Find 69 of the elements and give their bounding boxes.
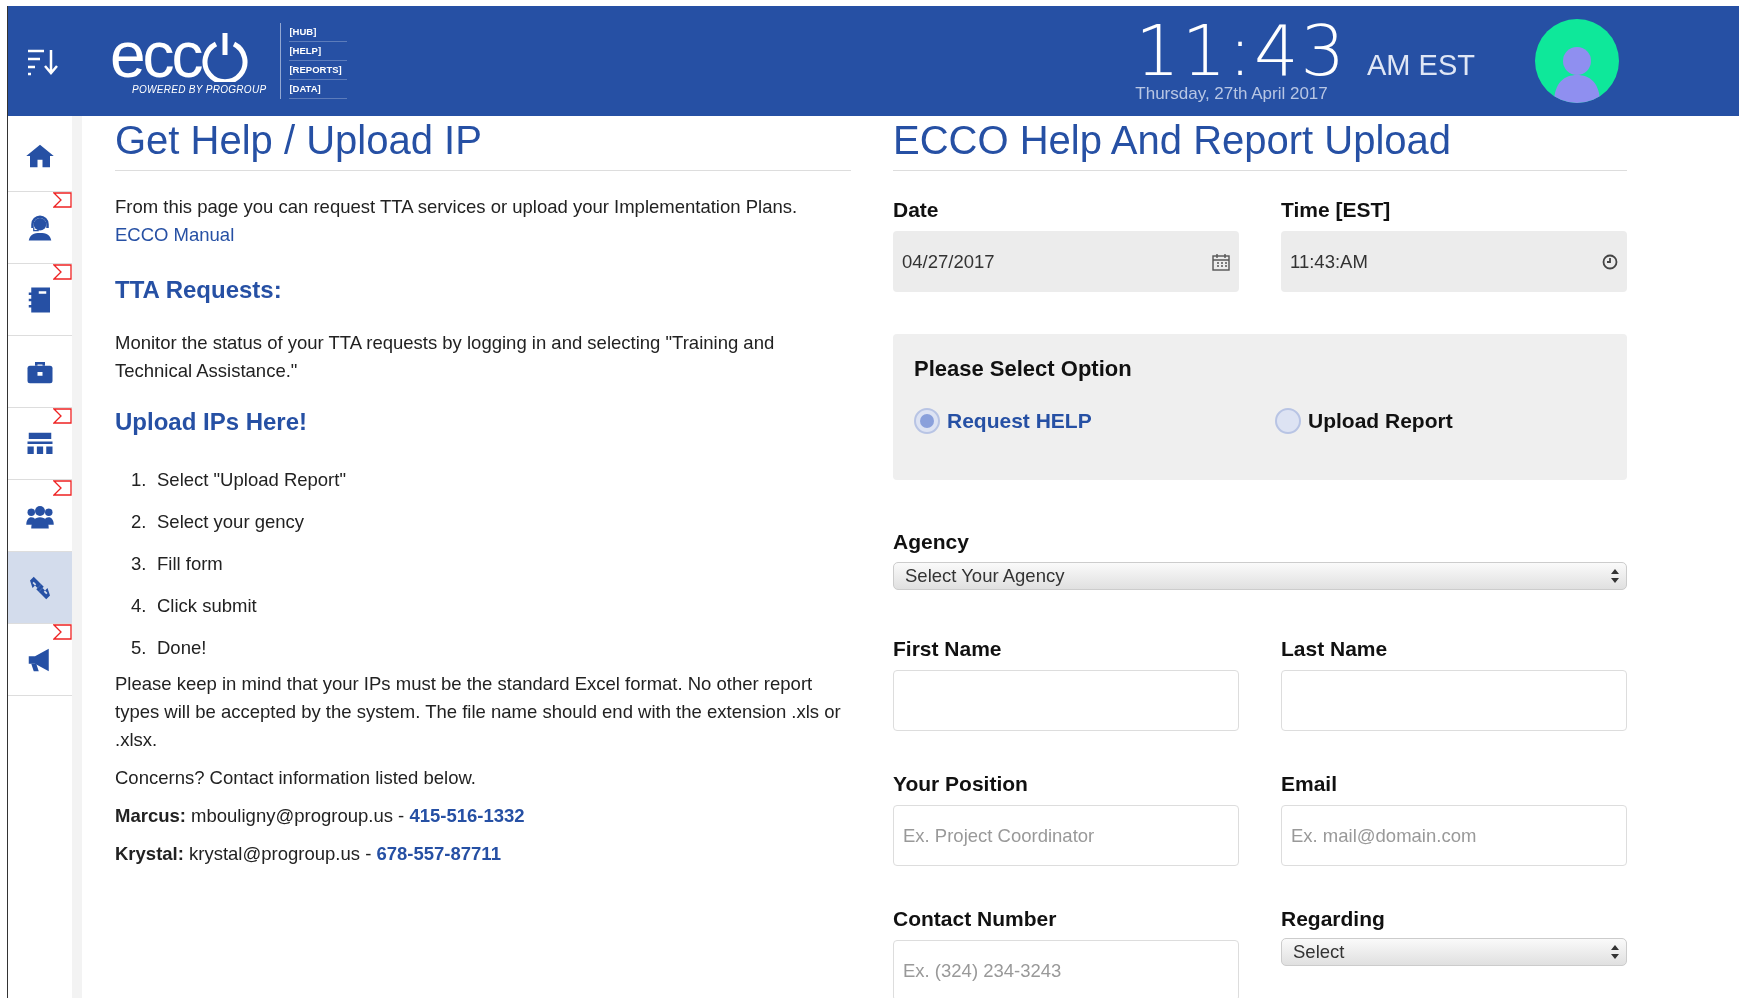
step-text: Select "Upload Report" — [157, 468, 346, 492]
logo-link[interactable]: [HUB] — [289, 23, 348, 42]
sidebar-nav-item[interactable] — [8, 408, 72, 480]
input-field[interactable]: 04/27/2017 — [893, 231, 1239, 292]
step-number: 4. — [131, 594, 148, 618]
field-label: Regarding — [1281, 906, 1386, 932]
logo-link[interactable]: [DATA] — [289, 80, 348, 99]
clock-date: Thursday, 27th April 2017 — [1135, 84, 1329, 104]
radio-option[interactable]: Request HELP — [914, 408, 1275, 434]
form-title: ECCO Help And Report Upload — [893, 116, 1627, 171]
page-title: Get Help / Upload IP — [115, 116, 851, 171]
field-label: Time [EST] — [1281, 197, 1392, 223]
clock-time: 11:43 — [1135, 18, 1348, 84]
select-value: Select Your Agency — [905, 565, 1065, 587]
intro-text: From this page you can request TTA services or upload your Implementation Plans. — [115, 195, 799, 219]
contact-line: Marcus: mbouligny@progroup.us - 415-516-1332 — [115, 804, 526, 828]
step-number: 2. — [131, 510, 148, 534]
updown-arrow-icon — [1610, 944, 1620, 960]
tta-text: Monitor the status of your TTA requests by logging in and selecting "Training and Technical Assistance." — [115, 331, 776, 383]
field-label: Contact Number — [893, 906, 1058, 932]
option-title: Please Select Option — [914, 356, 1133, 382]
logo-link[interactable]: [HELP] — [289, 42, 348, 61]
section-heading: Upload IPs Here! — [115, 407, 309, 437]
sidebar-nav-item[interactable] — [8, 264, 72, 336]
radio-option[interactable]: Upload Report — [1275, 408, 1575, 434]
step-text: Select your gency — [157, 510, 305, 534]
radio-button[interactable] — [1275, 408, 1301, 434]
contact-line: Krystal: krystal@progroup.us - 678-557-87711 — [115, 842, 502, 866]
logo-text: ecc — [110, 26, 201, 85]
field-label: Agency — [893, 529, 970, 555]
step-number: 1. — [131, 468, 148, 492]
format-note: Please keep in mind that your IPs must be the standard Excel format. No other report types will be accepted by the system. The file name should end with the extension .xls or .xlsx. — [115, 672, 842, 752]
input-field[interactable]: Ex. Project Coordinator — [893, 805, 1239, 866]
manual-link[interactable]: ECCO Manual — [115, 221, 235, 249]
input-field[interactable]: Ex. mail@domain.com — [1281, 805, 1627, 866]
field-value: 04/27/2017 — [902, 250, 995, 273]
field-label: Your Position — [893, 771, 1029, 797]
input-field[interactable]: Ex. (324) 234-3243 — [893, 940, 1239, 998]
logo-tagline: POWERED BY PROGROUP — [132, 84, 267, 96]
calendar-icon — [1212, 252, 1230, 271]
sidebar-nav-item[interactable] — [8, 624, 72, 696]
field-label: Date — [893, 197, 940, 223]
radio-button[interactable] — [914, 408, 940, 434]
select-dropdown[interactable]: Select — [1281, 938, 1627, 966]
sidebar-nav-item[interactable] — [8, 480, 72, 552]
step-text: Fill form — [157, 552, 223, 576]
clock-icon — [1602, 253, 1618, 270]
section-heading: TTA Requests: — [115, 275, 283, 305]
field-value: 11:43:AM — [1290, 250, 1368, 273]
step-text: Done! — [157, 636, 207, 660]
field-label: First Name — [893, 636, 1003, 662]
select-dropdown[interactable]: Select Your Agency — [893, 562, 1627, 590]
input-field[interactable] — [1281, 670, 1627, 731]
concerns-text: Concerns? Contact information listed below. — [115, 766, 477, 790]
step-number: 3. — [131, 552, 148, 576]
input-field[interactable]: 11:43:AM — [1281, 231, 1627, 292]
updown-arrow-icon — [1610, 568, 1620, 584]
sidebar-nav-item[interactable] — [8, 552, 72, 624]
logo-link[interactable]: [REPORTS] — [289, 61, 348, 80]
select-value: Select — [1293, 941, 1345, 963]
sidebar-nav-item[interactable] — [8, 192, 72, 264]
step-text: Click submit — [157, 594, 257, 618]
phone-link[interactable]: 678-557-87711 — [376, 843, 501, 864]
field-label: Email — [1281, 771, 1339, 797]
phone-link[interactable]: 415-516-1332 — [409, 805, 525, 826]
field-label: Last Name — [1281, 636, 1389, 662]
step-number: 5. — [131, 636, 148, 660]
input-field[interactable] — [893, 670, 1239, 731]
clock-meridiem: AM EST — [1367, 49, 1475, 82]
